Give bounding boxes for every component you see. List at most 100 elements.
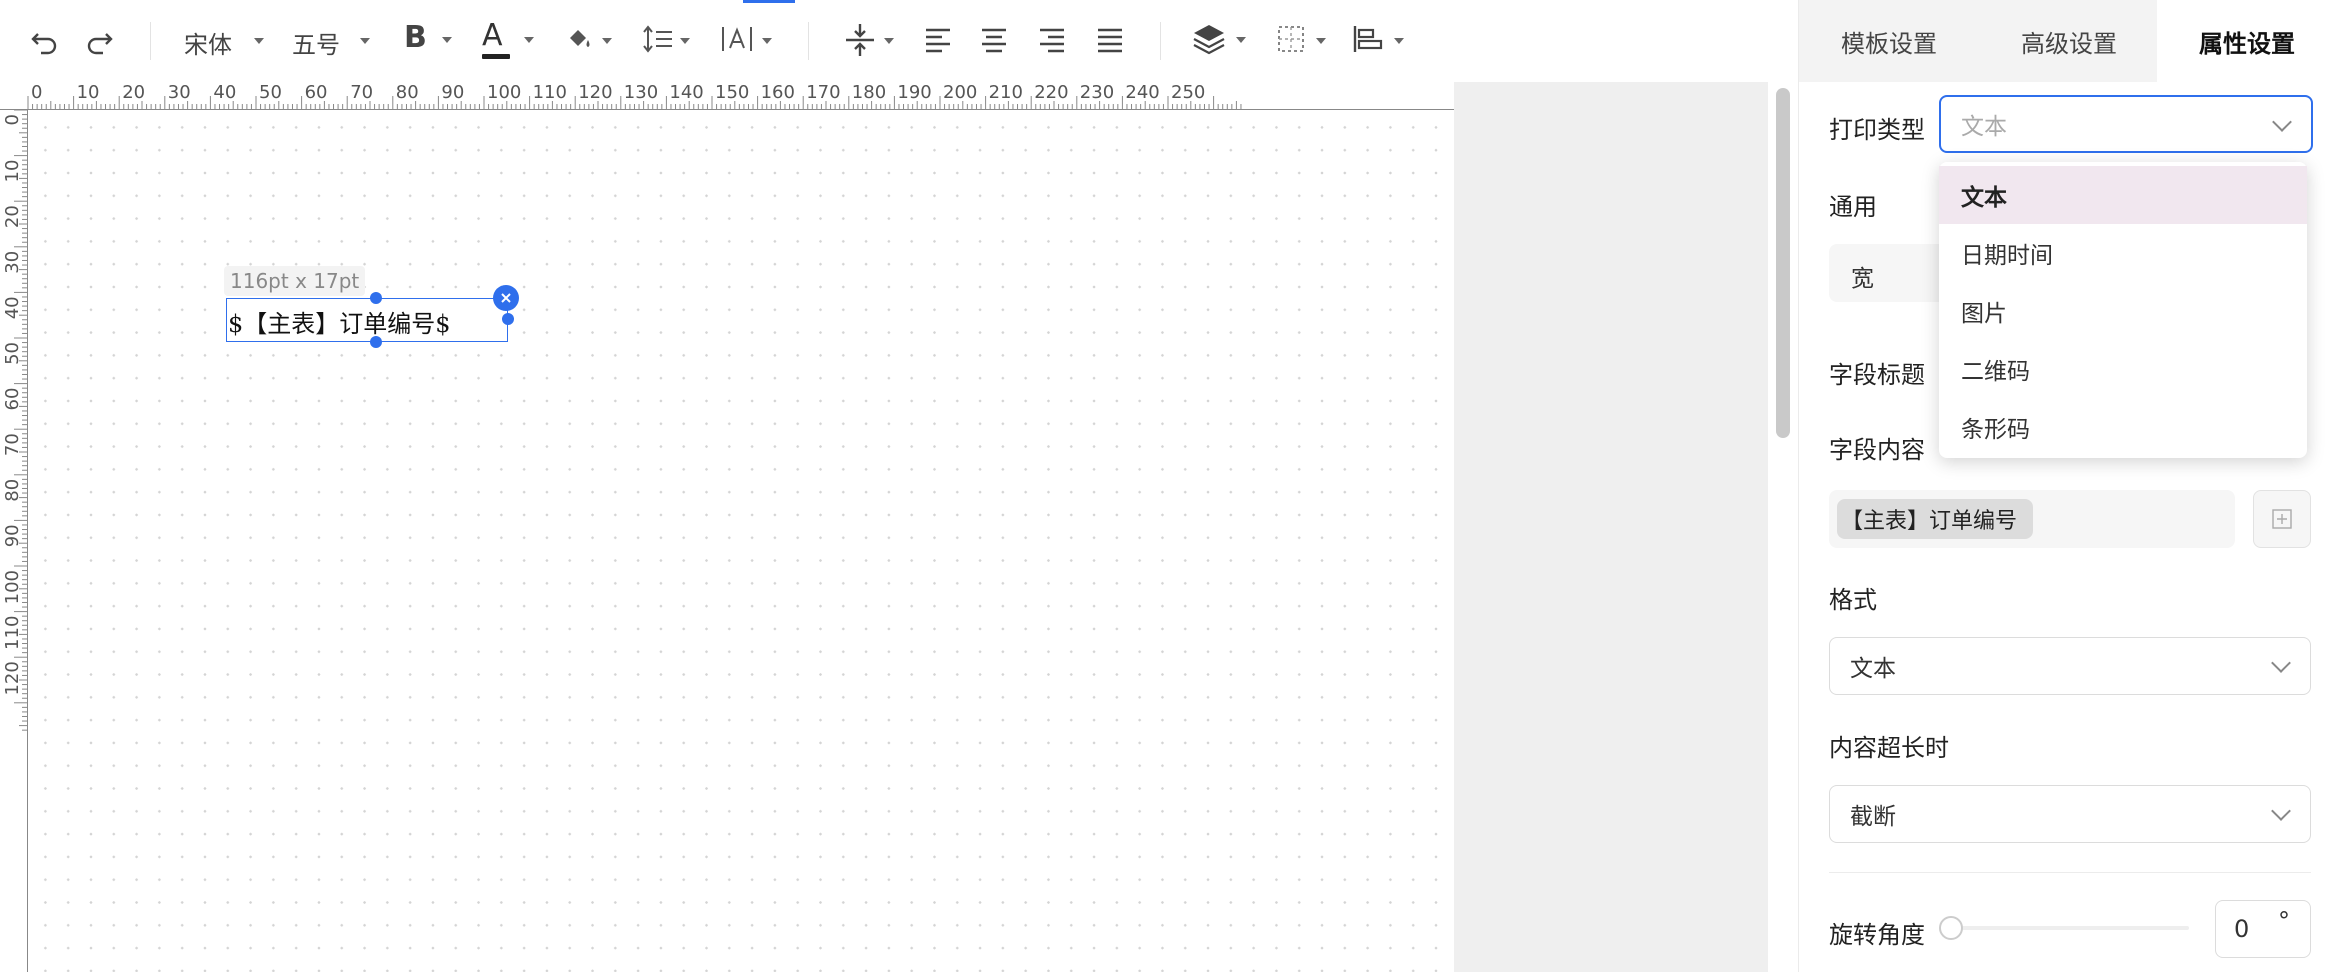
dropdown-option-datetime[interactable]: 日期时间: [1939, 224, 2307, 282]
chevron-down-icon: [442, 37, 452, 43]
chevron-down-icon: [1236, 37, 1246, 43]
chevron-down-icon: [602, 38, 612, 44]
format-select[interactable]: 文本: [1829, 637, 2311, 695]
border-icon: [1278, 26, 1304, 52]
ruler-v-label: 120: [2, 661, 23, 695]
align-right-button[interactable]: [1034, 22, 1070, 58]
toolbar: 宋体 五号 B A: [0, 0, 1798, 82]
ruler-v-label: 20: [2, 205, 23, 228]
bold-button[interactable]: B: [400, 20, 460, 60]
design-canvas[interactable]: [28, 110, 1454, 972]
line-spacing-icon: [643, 25, 672, 53]
dropdown-option-qrcode[interactable]: 二维码: [1939, 340, 2307, 398]
field-content-box[interactable]: 【主表】订单编号: [1829, 490, 2235, 548]
font-color-button[interactable]: A: [478, 18, 540, 62]
ruler-v-label: 110: [2, 616, 23, 650]
line-spacing-button[interactable]: [640, 22, 696, 60]
field-content-label: 字段内容: [1829, 436, 1925, 464]
overflow-select[interactable]: 截断: [1829, 785, 2311, 843]
overflow-value: 截断: [1850, 804, 1896, 830]
align-left-button[interactable]: [920, 22, 956, 58]
toolbar-divider: [1160, 22, 1161, 60]
align-justify-button[interactable]: [1092, 22, 1128, 58]
selected-field-text: $【主表】订单编号$: [228, 310, 451, 338]
font-color-bar: [482, 54, 510, 59]
align-right-icon: [1040, 28, 1064, 53]
ruler-h-label: 20: [122, 82, 145, 103]
chevron-down-icon: [2272, 112, 2292, 132]
vertical-scrollbar[interactable]: [1768, 82, 1798, 972]
field-chip[interactable]: 【主表】订单编号: [1837, 499, 2034, 539]
tab-advanced-settings[interactable]: 高级设置: [1979, 0, 2159, 82]
slider-thumb[interactable]: [1939, 916, 1963, 940]
font-family-select[interactable]: 宋体: [182, 22, 270, 60]
ruler-h-label: 160: [761, 82, 795, 103]
ruler-v-label: 70: [2, 433, 23, 456]
toolbar-divider: [150, 22, 151, 60]
font-color-icon: A: [482, 18, 503, 53]
ruler-v-label: 0: [2, 114, 23, 125]
section-divider: [1829, 872, 2311, 873]
ruler-v-label: 30: [2, 251, 23, 274]
rotation-slider[interactable]: [1939, 916, 2189, 940]
rotation-value: 0: [2234, 915, 2250, 943]
selected-text-field[interactable]: $【主表】订单编号$: [226, 298, 508, 342]
font-size-value: 五号: [292, 31, 340, 59]
tab-template-settings[interactable]: 模板设置: [1799, 0, 1979, 82]
print-type-select[interactable]: 文本: [1939, 95, 2313, 153]
redo-icon[interactable]: [82, 22, 118, 58]
align-left-icon: [926, 28, 950, 53]
fill-color-button[interactable]: [562, 22, 618, 60]
slider-track: [1939, 926, 2189, 930]
resize-handle-bottom[interactable]: [370, 336, 382, 348]
general-section-label: 通用: [1829, 193, 1877, 221]
chevron-down-icon: [254, 38, 264, 44]
delete-element-button[interactable]: [493, 285, 519, 311]
tab-property-settings[interactable]: 属性设置: [2157, 0, 2336, 82]
scrollbar-thumb[interactable]: [1776, 88, 1790, 438]
font-family-value: 宋体: [184, 31, 232, 59]
vertical-distribute-icon: [846, 24, 874, 56]
font-size-select[interactable]: 五号: [290, 22, 378, 60]
ruler-h-label: 10: [77, 82, 100, 103]
vertical-distribute-button[interactable]: [844, 20, 900, 62]
properties-panel: 模板设置 高级设置 属性设置 打印类型 文本 通用 宽 字段标题 字段内容 【主…: [1798, 0, 2336, 972]
layers-icon: [1193, 25, 1225, 55]
chevron-down-icon: [884, 38, 894, 44]
rotation-input[interactable]: 0 °: [2215, 900, 2311, 958]
ruler-h-label: 50: [259, 82, 282, 103]
size-tooltip: 116pt x 17pt: [224, 266, 366, 296]
ruler-h-label: 200: [943, 82, 977, 103]
ruler-h-label: 70: [350, 82, 373, 103]
chevron-down-icon: [524, 37, 534, 43]
dropdown-option-text[interactable]: 文本: [1939, 166, 2307, 224]
ruler-h-label: 80: [396, 82, 419, 103]
ruler-h-label: 90: [441, 82, 464, 103]
rotation-label: 旋转角度: [1829, 921, 1925, 949]
ruler-h-label: 30: [168, 82, 191, 103]
ruler-v-label: 40: [2, 296, 23, 319]
resize-handle-right[interactable]: [502, 313, 514, 325]
dropdown-option-image[interactable]: 图片: [1939, 282, 2307, 340]
width-label: 宽: [1851, 266, 1874, 292]
letter-spacing-icon: [722, 27, 752, 51]
chevron-down-icon: [1394, 38, 1404, 44]
align-center-button[interactable]: [976, 22, 1012, 58]
chevron-down-icon: [762, 38, 772, 44]
add-field-button[interactable]: [2253, 490, 2311, 548]
ruler-h-label: 150: [715, 82, 749, 103]
ruler-h-label: 100: [487, 82, 521, 103]
ruler-h-label: 220: [1034, 82, 1068, 103]
print-type-placeholder: 文本: [1961, 114, 2007, 140]
layers-button[interactable]: [1192, 20, 1250, 62]
dropdown-option-barcode[interactable]: 条形码: [1939, 398, 2307, 456]
ruler-v-label: 50: [2, 342, 23, 365]
ruler-h-label: 110: [533, 82, 567, 103]
resize-handle-top[interactable]: [370, 292, 382, 304]
undo-icon[interactable]: [26, 22, 62, 58]
align-center-icon: [982, 28, 1006, 53]
border-button[interactable]: [1274, 22, 1330, 60]
align-objects-button[interactable]: [1350, 22, 1408, 60]
ruler-h-label: 130: [624, 82, 658, 103]
letter-spacing-button[interactable]: [718, 22, 778, 60]
